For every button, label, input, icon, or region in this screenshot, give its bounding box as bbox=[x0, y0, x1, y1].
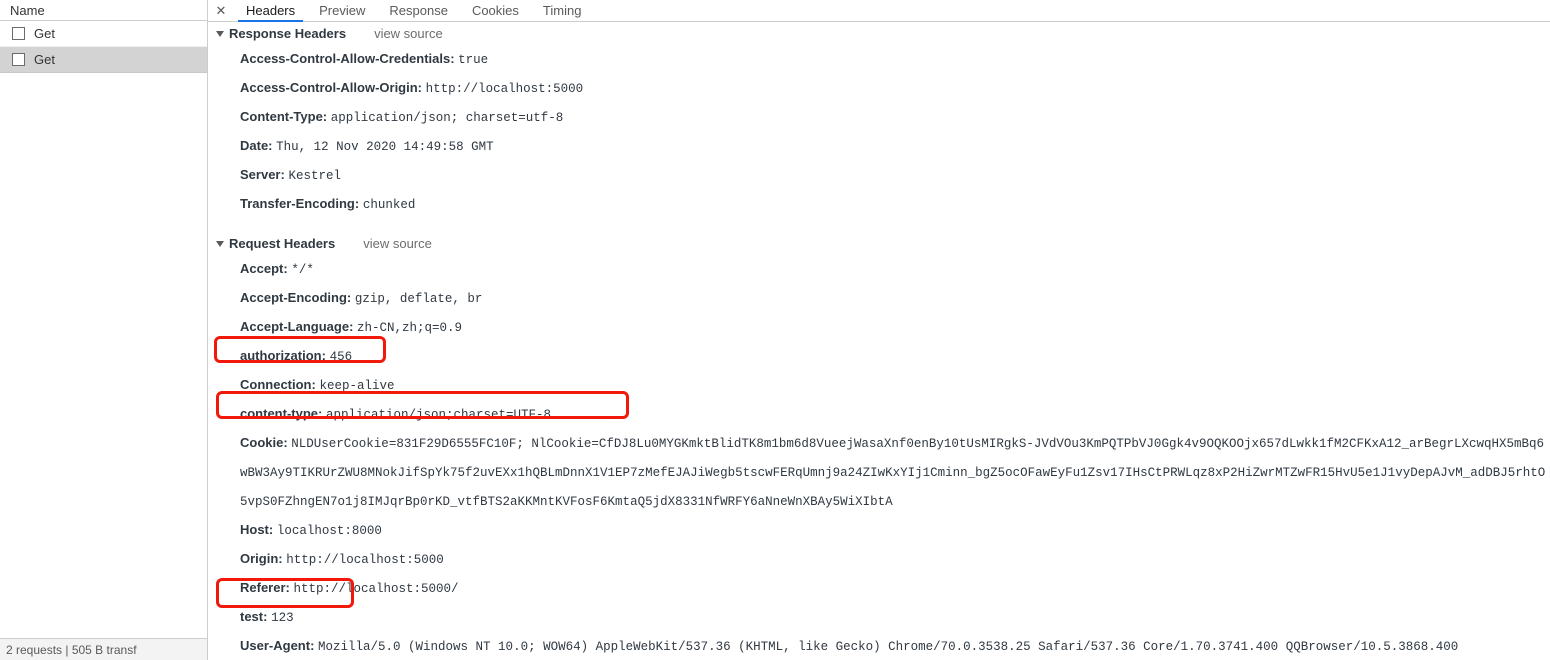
header-row[interactable]: Accept-Language: zh-CN,zh;q=0.9 bbox=[208, 313, 1550, 342]
header-value: */* bbox=[291, 263, 314, 277]
tab-label: Timing bbox=[542, 3, 582, 18]
tab-cookies[interactable]: Cookies bbox=[460, 0, 531, 21]
header-value: localhost:8000 bbox=[276, 524, 382, 538]
header-value: 456 bbox=[329, 350, 353, 364]
header-row[interactable]: Accept: */* bbox=[208, 255, 1550, 284]
tab-label: Cookies bbox=[471, 3, 519, 18]
chevron-down-icon[interactable] bbox=[216, 30, 224, 37]
header-name: Transfer-Encoding: bbox=[240, 196, 360, 211]
header-row[interactable]: Transfer-Encoding: chunked bbox=[208, 190, 1550, 219]
header-row[interactable]: Access-Control-Allow-Origin: http://loca… bbox=[208, 74, 1550, 103]
header-value: gzip, deflate, br bbox=[354, 292, 483, 306]
request-name: Get bbox=[34, 52, 55, 67]
header-value: http://localhost:5000 bbox=[425, 82, 584, 96]
tab-label: Headers bbox=[246, 3, 296, 18]
header-name: Cookie: bbox=[240, 435, 288, 450]
header-row-test[interactable]: test: 123 bbox=[208, 603, 1550, 632]
header-row[interactable]: Connection: keep-alive bbox=[208, 371, 1550, 400]
header-value: Kestrel bbox=[288, 169, 341, 183]
detail-tabbar: ✕ Headers Preview Response Cookies Timin… bbox=[208, 0, 1550, 22]
header-row[interactable]: Origin: http://localhost:5000 bbox=[208, 545, 1550, 574]
header-name: content-type: bbox=[240, 406, 323, 421]
status-bar: 2 requests | 505 B transf bbox=[0, 638, 207, 660]
chevron-down-icon[interactable] bbox=[216, 240, 224, 247]
header-name: Accept-Language: bbox=[240, 319, 354, 334]
header-value: NLDUserCookie=831F29D6555FC10F; NlCookie… bbox=[240, 437, 1546, 509]
tab-timing[interactable]: Timing bbox=[531, 0, 594, 21]
header-value: Mozilla/5.0 (Windows NT 10.0; WOW64) App… bbox=[318, 640, 1459, 654]
header-name: Server: bbox=[240, 167, 285, 182]
header-name: Origin: bbox=[240, 551, 283, 566]
tab-label: Response bbox=[389, 3, 448, 18]
header-name: Date: bbox=[240, 138, 273, 153]
devtools-network-panel: Name Get Get 2 requests | 505 B transf ✕… bbox=[0, 0, 1550, 660]
header-row-authorization[interactable]: authorization: 456 bbox=[208, 342, 1550, 371]
header-name: Content-Type: bbox=[240, 109, 328, 124]
response-headers-section-title[interactable]: Response Headers view source bbox=[208, 22, 1550, 45]
header-row[interactable]: Date: Thu, 12 Nov 2020 14:49:58 GMT bbox=[208, 132, 1550, 161]
header-value: chunked bbox=[362, 198, 416, 212]
tab-preview[interactable]: Preview bbox=[307, 0, 377, 21]
header-name: Access-Control-Allow-Origin: bbox=[240, 80, 423, 95]
requests-sidebar: Name Get Get 2 requests | 505 B transf bbox=[0, 0, 208, 660]
tab-response[interactable]: Response bbox=[377, 0, 460, 21]
header-name: authorization: bbox=[240, 348, 326, 363]
header-row[interactable]: Accept-Encoding: gzip, deflate, br bbox=[208, 284, 1550, 313]
header-value: zh-CN,zh;q=0.9 bbox=[357, 321, 463, 335]
header-name: Referer: bbox=[240, 580, 290, 595]
view-source-link[interactable]: view source bbox=[363, 236, 432, 251]
requests-column-header[interactable]: Name bbox=[0, 0, 207, 21]
list-item[interactable]: Get bbox=[0, 47, 207, 73]
section-label: Request Headers bbox=[229, 236, 336, 251]
checkbox-icon[interactable] bbox=[12, 27, 25, 40]
header-name: Access-Control-Allow-Credentials: bbox=[240, 51, 455, 66]
section-label: Response Headers bbox=[229, 26, 347, 41]
header-value: true bbox=[458, 53, 489, 67]
header-row[interactable]: Content-Type: application/json; charset=… bbox=[208, 103, 1550, 132]
header-row-cookie[interactable]: Cookie: NLDUserCookie=831F29D6555FC10F; … bbox=[208, 429, 1550, 516]
request-detail-pane: ✕ Headers Preview Response Cookies Timin… bbox=[208, 0, 1550, 660]
header-value: 123 bbox=[271, 611, 294, 625]
header-value: application/json; charset=utf-8 bbox=[330, 111, 564, 125]
headers-content: Response Headers view source Access-Cont… bbox=[208, 22, 1550, 660]
checkbox-icon[interactable] bbox=[12, 53, 25, 66]
header-name: test: bbox=[240, 609, 268, 624]
tab-label: Preview bbox=[319, 3, 366, 18]
header-row[interactable]: Access-Control-Allow-Credentials: true bbox=[208, 45, 1550, 74]
header-name: User-Agent: bbox=[240, 638, 315, 653]
header-row-content-type[interactable]: content-type: application/json;charset=U… bbox=[208, 400, 1550, 429]
header-row[interactable]: Referer: http://localhost:5000/ bbox=[208, 574, 1550, 603]
header-value: Thu, 12 Nov 2020 14:49:58 GMT bbox=[276, 140, 494, 154]
header-name: Accept-Encoding: bbox=[240, 290, 352, 305]
header-value: keep-alive bbox=[319, 379, 395, 393]
request-headers-section-title[interactable]: Request Headers view source bbox=[208, 232, 1550, 255]
header-row[interactable]: Host: localhost:8000 bbox=[208, 516, 1550, 545]
close-icon[interactable]: ✕ bbox=[208, 0, 234, 21]
header-row[interactable]: Server: Kestrel bbox=[208, 161, 1550, 190]
request-name: Get bbox=[34, 26, 55, 41]
header-row-user-agent[interactable]: User-Agent: Mozilla/5.0 (Windows NT 10.0… bbox=[208, 632, 1550, 660]
list-item[interactable]: Get bbox=[0, 21, 207, 47]
header-value: http://localhost:5000/ bbox=[293, 582, 459, 596]
header-value: http://localhost:5000 bbox=[286, 553, 444, 567]
header-value: application/json;charset=UTF-8 bbox=[325, 408, 552, 422]
header-name: Host: bbox=[240, 522, 274, 537]
view-source-link[interactable]: view source bbox=[374, 26, 443, 41]
header-name: Connection: bbox=[240, 377, 316, 392]
header-name: Accept: bbox=[240, 261, 288, 276]
tab-headers[interactable]: Headers bbox=[234, 0, 307, 22]
